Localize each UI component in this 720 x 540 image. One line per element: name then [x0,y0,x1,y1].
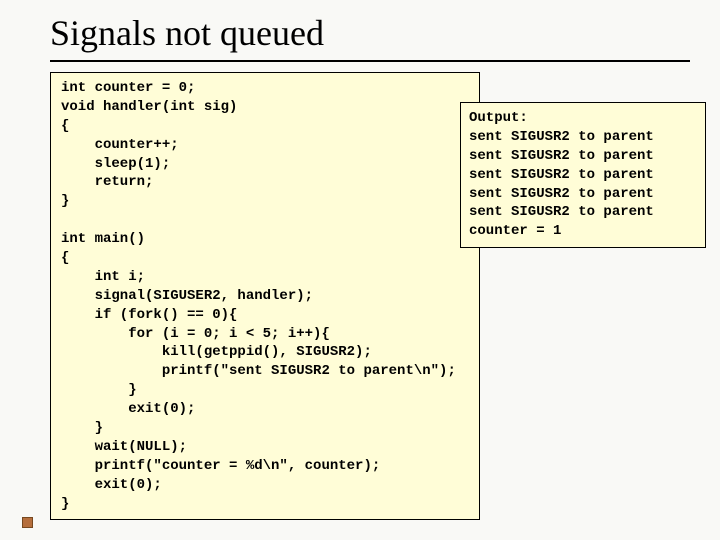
footer-bullet-icon [22,517,33,528]
output-block: Output: sent SIGUSR2 to parent sent SIGU… [460,102,706,248]
page-title: Signals not queued [50,10,692,60]
title-underline [50,60,690,62]
slide: Signals not queued int counter = 0; void… [0,0,720,540]
code-block: int counter = 0; void handler(int sig) {… [50,72,480,520]
